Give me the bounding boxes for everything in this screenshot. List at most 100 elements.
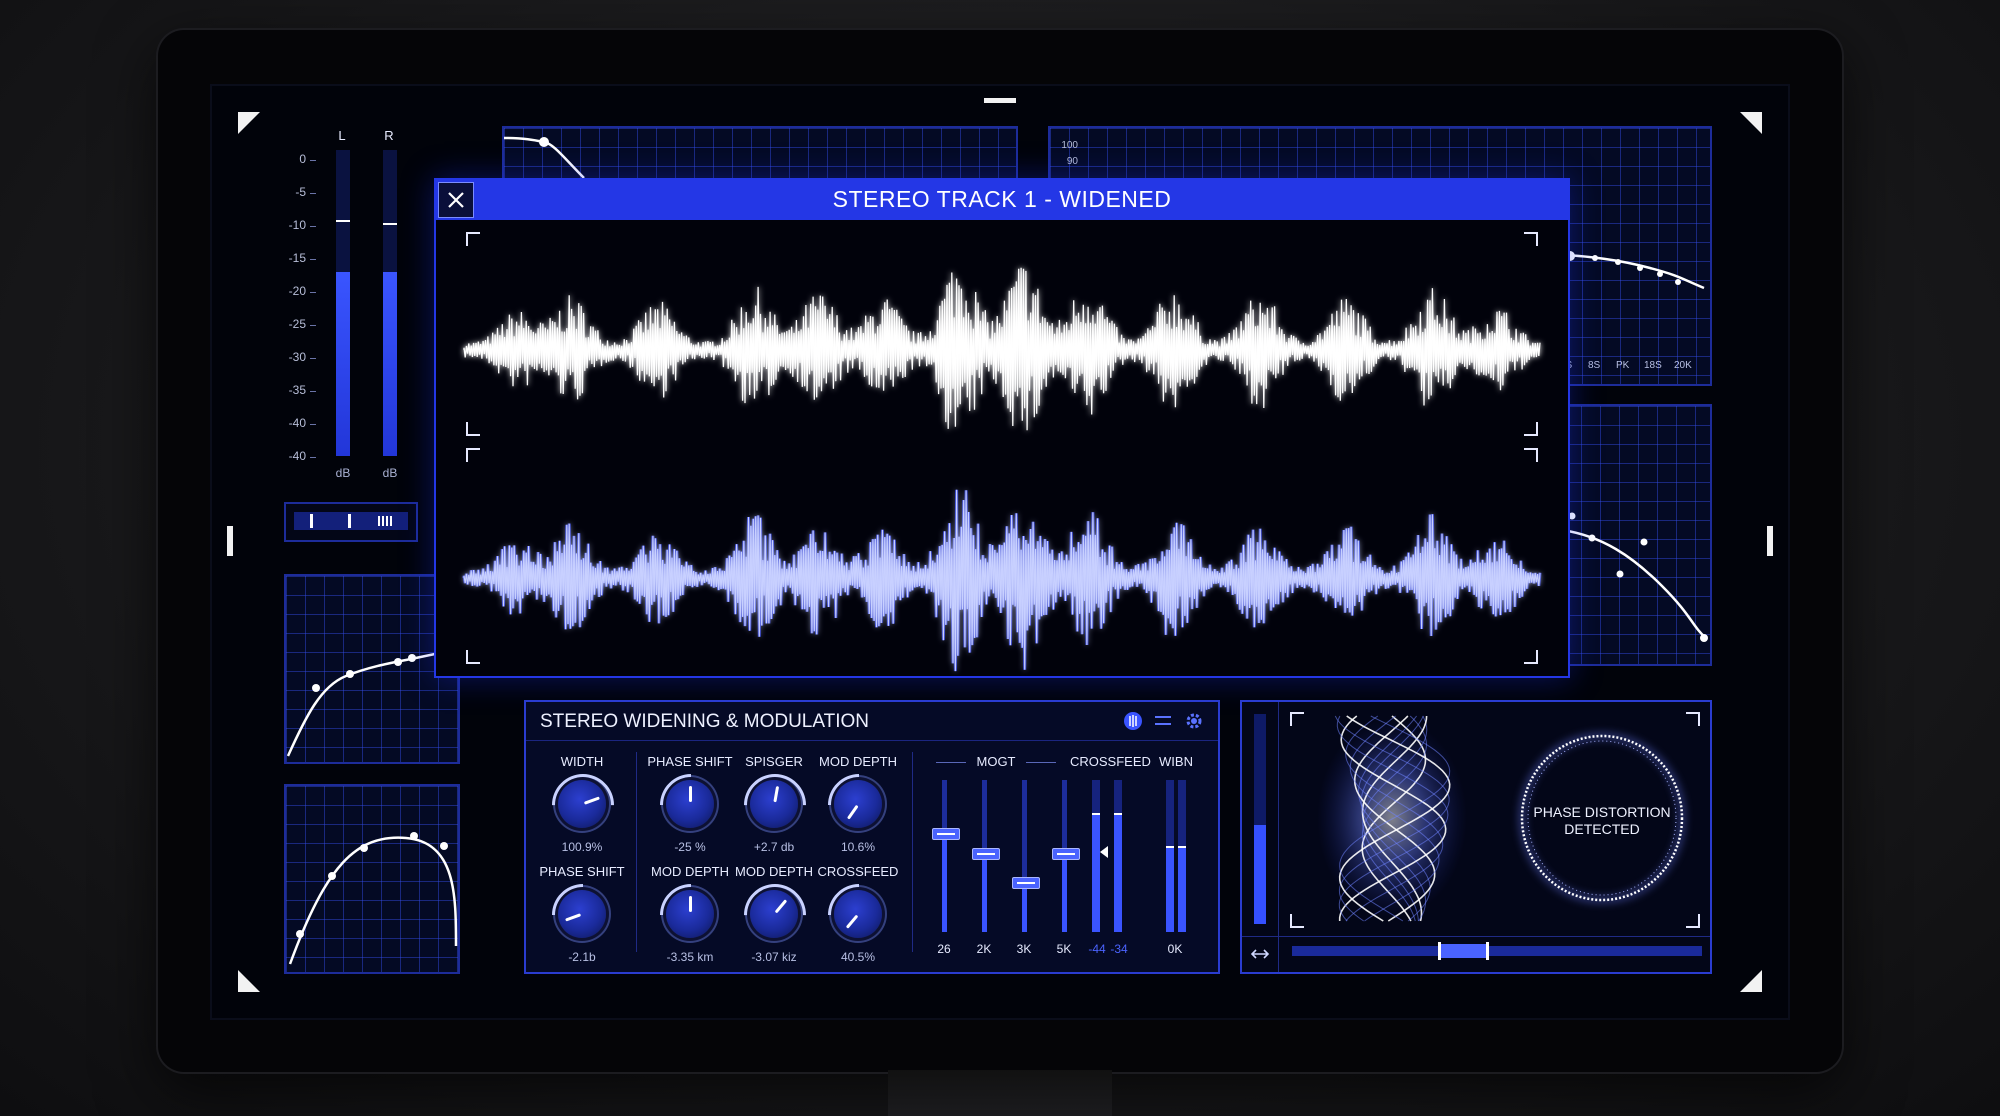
level-meter-tick-mark xyxy=(310,358,316,359)
eq-fader-label: 3K xyxy=(1016,942,1032,956)
width-meter-fill xyxy=(1166,848,1174,932)
modulation-panel: STEREO WIDENING & MODULATION WIDTH 100.9%… xyxy=(524,700,1220,974)
mini-scrubber-marker xyxy=(348,514,351,528)
level-meter-tick-mark xyxy=(310,259,316,260)
spectrum-x-tick: 18S xyxy=(1644,360,1662,371)
level-meter-tick-mark xyxy=(310,325,316,326)
corner-marker-top-right xyxy=(1740,112,1762,134)
crossfeed-meter-marker xyxy=(1114,812,1122,815)
curve-panel-left-lower xyxy=(284,784,490,974)
mini-scrubber-marker xyxy=(310,514,313,528)
bell-curve xyxy=(288,832,490,965)
eq-fader-handle[interactable] xyxy=(1052,847,1080,860)
level-meter-tick: -25 xyxy=(288,317,306,331)
knob-arc xyxy=(731,871,819,959)
rotary-knob[interactable] xyxy=(647,761,735,849)
level-meter-tick: -35 xyxy=(288,383,306,397)
divider xyxy=(912,752,913,952)
channel-label-right: R xyxy=(384,128,394,143)
phase-panel: PHASE DISTORTION DETECTED xyxy=(1240,700,1712,974)
eq-fader-label: 2K xyxy=(976,942,992,956)
level-meter-tick-mark xyxy=(310,226,316,227)
monitor-stand xyxy=(888,1070,1112,1116)
eq-group-label: MOGT xyxy=(976,754,1016,769)
knob-label: PHASE SHIFT xyxy=(539,864,625,879)
eq-group-line xyxy=(1026,762,1056,763)
level-meter-tick: -10 xyxy=(288,218,306,232)
level-meter-fill xyxy=(383,272,397,456)
response-curve xyxy=(286,648,455,757)
unit-label-right: dB xyxy=(382,466,398,480)
channel-label-left: L xyxy=(338,128,346,143)
knob-arc xyxy=(539,761,627,849)
level-meter-tick-mark xyxy=(310,160,316,161)
phase-position-slider[interactable] xyxy=(1292,942,1702,960)
crossfeed-meter-marker xyxy=(1092,812,1100,815)
eq-fader-fill xyxy=(942,833,947,932)
eq-fader-label: 5K xyxy=(1056,942,1072,956)
rotary-knob[interactable] xyxy=(539,761,627,849)
waveform-display xyxy=(462,267,1542,672)
rotary-knob[interactable] xyxy=(539,871,627,959)
decay-curve xyxy=(1561,512,1708,642)
decay-curve-panel xyxy=(1560,404,1712,666)
eq-group-line xyxy=(936,762,966,763)
mini-scrubber[interactable] xyxy=(284,502,418,542)
eq-fader-handle[interactable] xyxy=(972,847,1000,860)
level-meter-peak xyxy=(336,220,350,223)
rotary-knob[interactable] xyxy=(815,761,903,849)
level-meter-tick: -40 xyxy=(288,416,306,430)
lissajous-plot xyxy=(1317,715,1467,922)
knob-pointer xyxy=(689,786,692,802)
stereo-icon[interactable] xyxy=(1124,712,1142,730)
rotary-knob[interactable] xyxy=(647,871,735,959)
phase-position-marker xyxy=(1438,942,1441,960)
screen: 0 -5 -10 -15 -20 -25 -30 -35 -40 -40 L R dB dB xyxy=(210,84,1790,1020)
width-meter-marker xyxy=(1178,846,1186,849)
level-meter-tick-mark xyxy=(310,424,316,425)
level-meter-tick: -5 xyxy=(295,185,306,199)
left-edge-marker xyxy=(227,526,233,556)
level-meter-peak xyxy=(383,223,397,226)
eq-fader-label: 26 xyxy=(937,942,951,956)
mini-scrubber-marker xyxy=(378,516,394,526)
waveform-window: STEREO TRACK 1 - WIDENED xyxy=(434,178,1570,678)
rotary-knob[interactable] xyxy=(731,761,819,849)
crossfeed-value-right: -34 xyxy=(1110,942,1128,956)
spectrum-x-axis: 5S 8S PK 18S 20K xyxy=(1560,360,1706,376)
modulation-panel-header: STEREO WIDENING & MODULATION xyxy=(526,702,1218,741)
menu-icon[interactable] xyxy=(1154,712,1172,730)
level-meter-tick-mark xyxy=(310,457,316,458)
eq-fader-handle[interactable] xyxy=(932,828,960,841)
unit-label-left: dB xyxy=(335,466,351,480)
level-meter-tick-mark xyxy=(310,292,316,293)
link-icon xyxy=(1250,949,1270,959)
crossfeed-meter-fill xyxy=(1114,814,1122,932)
level-meter-fill xyxy=(336,272,350,456)
knob-label: CROSSFEED xyxy=(817,864,899,879)
phase-distortion-warning: PHASE DISTORTION DETECTED xyxy=(1533,804,1671,837)
eq-fader-fill xyxy=(982,852,987,932)
rotary-knob[interactable] xyxy=(815,871,903,959)
level-meter-tick: 0 xyxy=(299,152,306,166)
knob-label: MOD DEPTH xyxy=(819,754,897,769)
level-meter-right xyxy=(383,150,397,456)
rotary-knob[interactable] xyxy=(731,871,819,959)
width-meter-fill xyxy=(1178,848,1186,932)
corner-marker-bottom-right xyxy=(1740,970,1762,992)
phase-level-meter xyxy=(1254,714,1266,924)
level-meter-tick-mark xyxy=(310,391,316,392)
window-title-bar[interactable]: STEREO TRACK 1 - WIDENED xyxy=(436,180,1568,220)
scope-bottom-divider xyxy=(1242,936,1710,937)
level-meter-tick: -15 xyxy=(288,251,306,265)
level-meter-left xyxy=(336,150,350,456)
divider xyxy=(636,752,637,952)
eq-fader-fill xyxy=(1022,881,1027,932)
gear-icon[interactable] xyxy=(1184,711,1204,731)
waveform-left-channel xyxy=(463,267,1541,431)
width-label: WIBN xyxy=(1159,754,1193,769)
phase-divider xyxy=(1278,702,1279,972)
eq-fader-handle[interactable] xyxy=(1012,876,1040,889)
knob-arc xyxy=(647,871,735,959)
link-button[interactable] xyxy=(1248,942,1272,966)
